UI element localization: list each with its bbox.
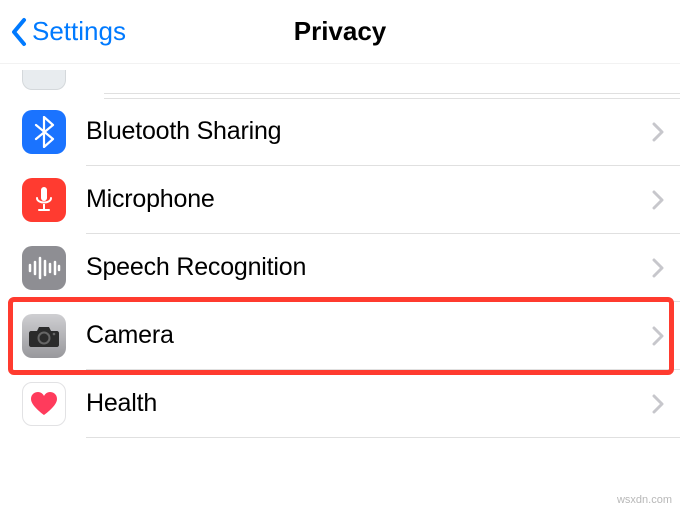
back-label: Settings xyxy=(32,16,126,47)
chevron-left-icon xyxy=(10,17,28,47)
row-label: Microphone xyxy=(86,185,652,214)
settings-list: Bluetooth Sharing Microphone xyxy=(0,64,680,438)
waveform-icon xyxy=(22,246,66,290)
chevron-right-icon xyxy=(652,190,664,210)
camera-icon xyxy=(22,314,66,358)
chevron-right-icon xyxy=(652,326,664,346)
heart-icon xyxy=(22,382,66,426)
row-label: Health xyxy=(86,389,652,418)
row-label: Speech Recognition xyxy=(86,253,652,282)
row-microphone[interactable]: Microphone xyxy=(0,166,680,234)
truncated-icon xyxy=(22,70,66,90)
nav-bar: Settings Privacy xyxy=(0,0,680,64)
page-title: Privacy xyxy=(294,16,387,47)
chevron-right-icon xyxy=(652,394,664,414)
microphone-icon xyxy=(22,178,66,222)
row-label: Camera xyxy=(86,321,652,350)
chevron-right-icon xyxy=(652,258,664,278)
row-bluetooth-sharing[interactable]: Bluetooth Sharing xyxy=(0,98,680,166)
row-health[interactable]: Health xyxy=(0,370,680,438)
watermark: wsxdn.com xyxy=(617,494,672,506)
bluetooth-icon xyxy=(22,110,66,154)
row-speech-recognition[interactable]: Speech Recognition xyxy=(0,234,680,302)
list-item-truncated xyxy=(0,68,680,90)
back-button[interactable]: Settings xyxy=(0,16,126,47)
row-camera[interactable]: Camera xyxy=(0,302,680,370)
chevron-right-icon xyxy=(652,122,664,142)
row-label: Bluetooth Sharing xyxy=(86,117,652,146)
